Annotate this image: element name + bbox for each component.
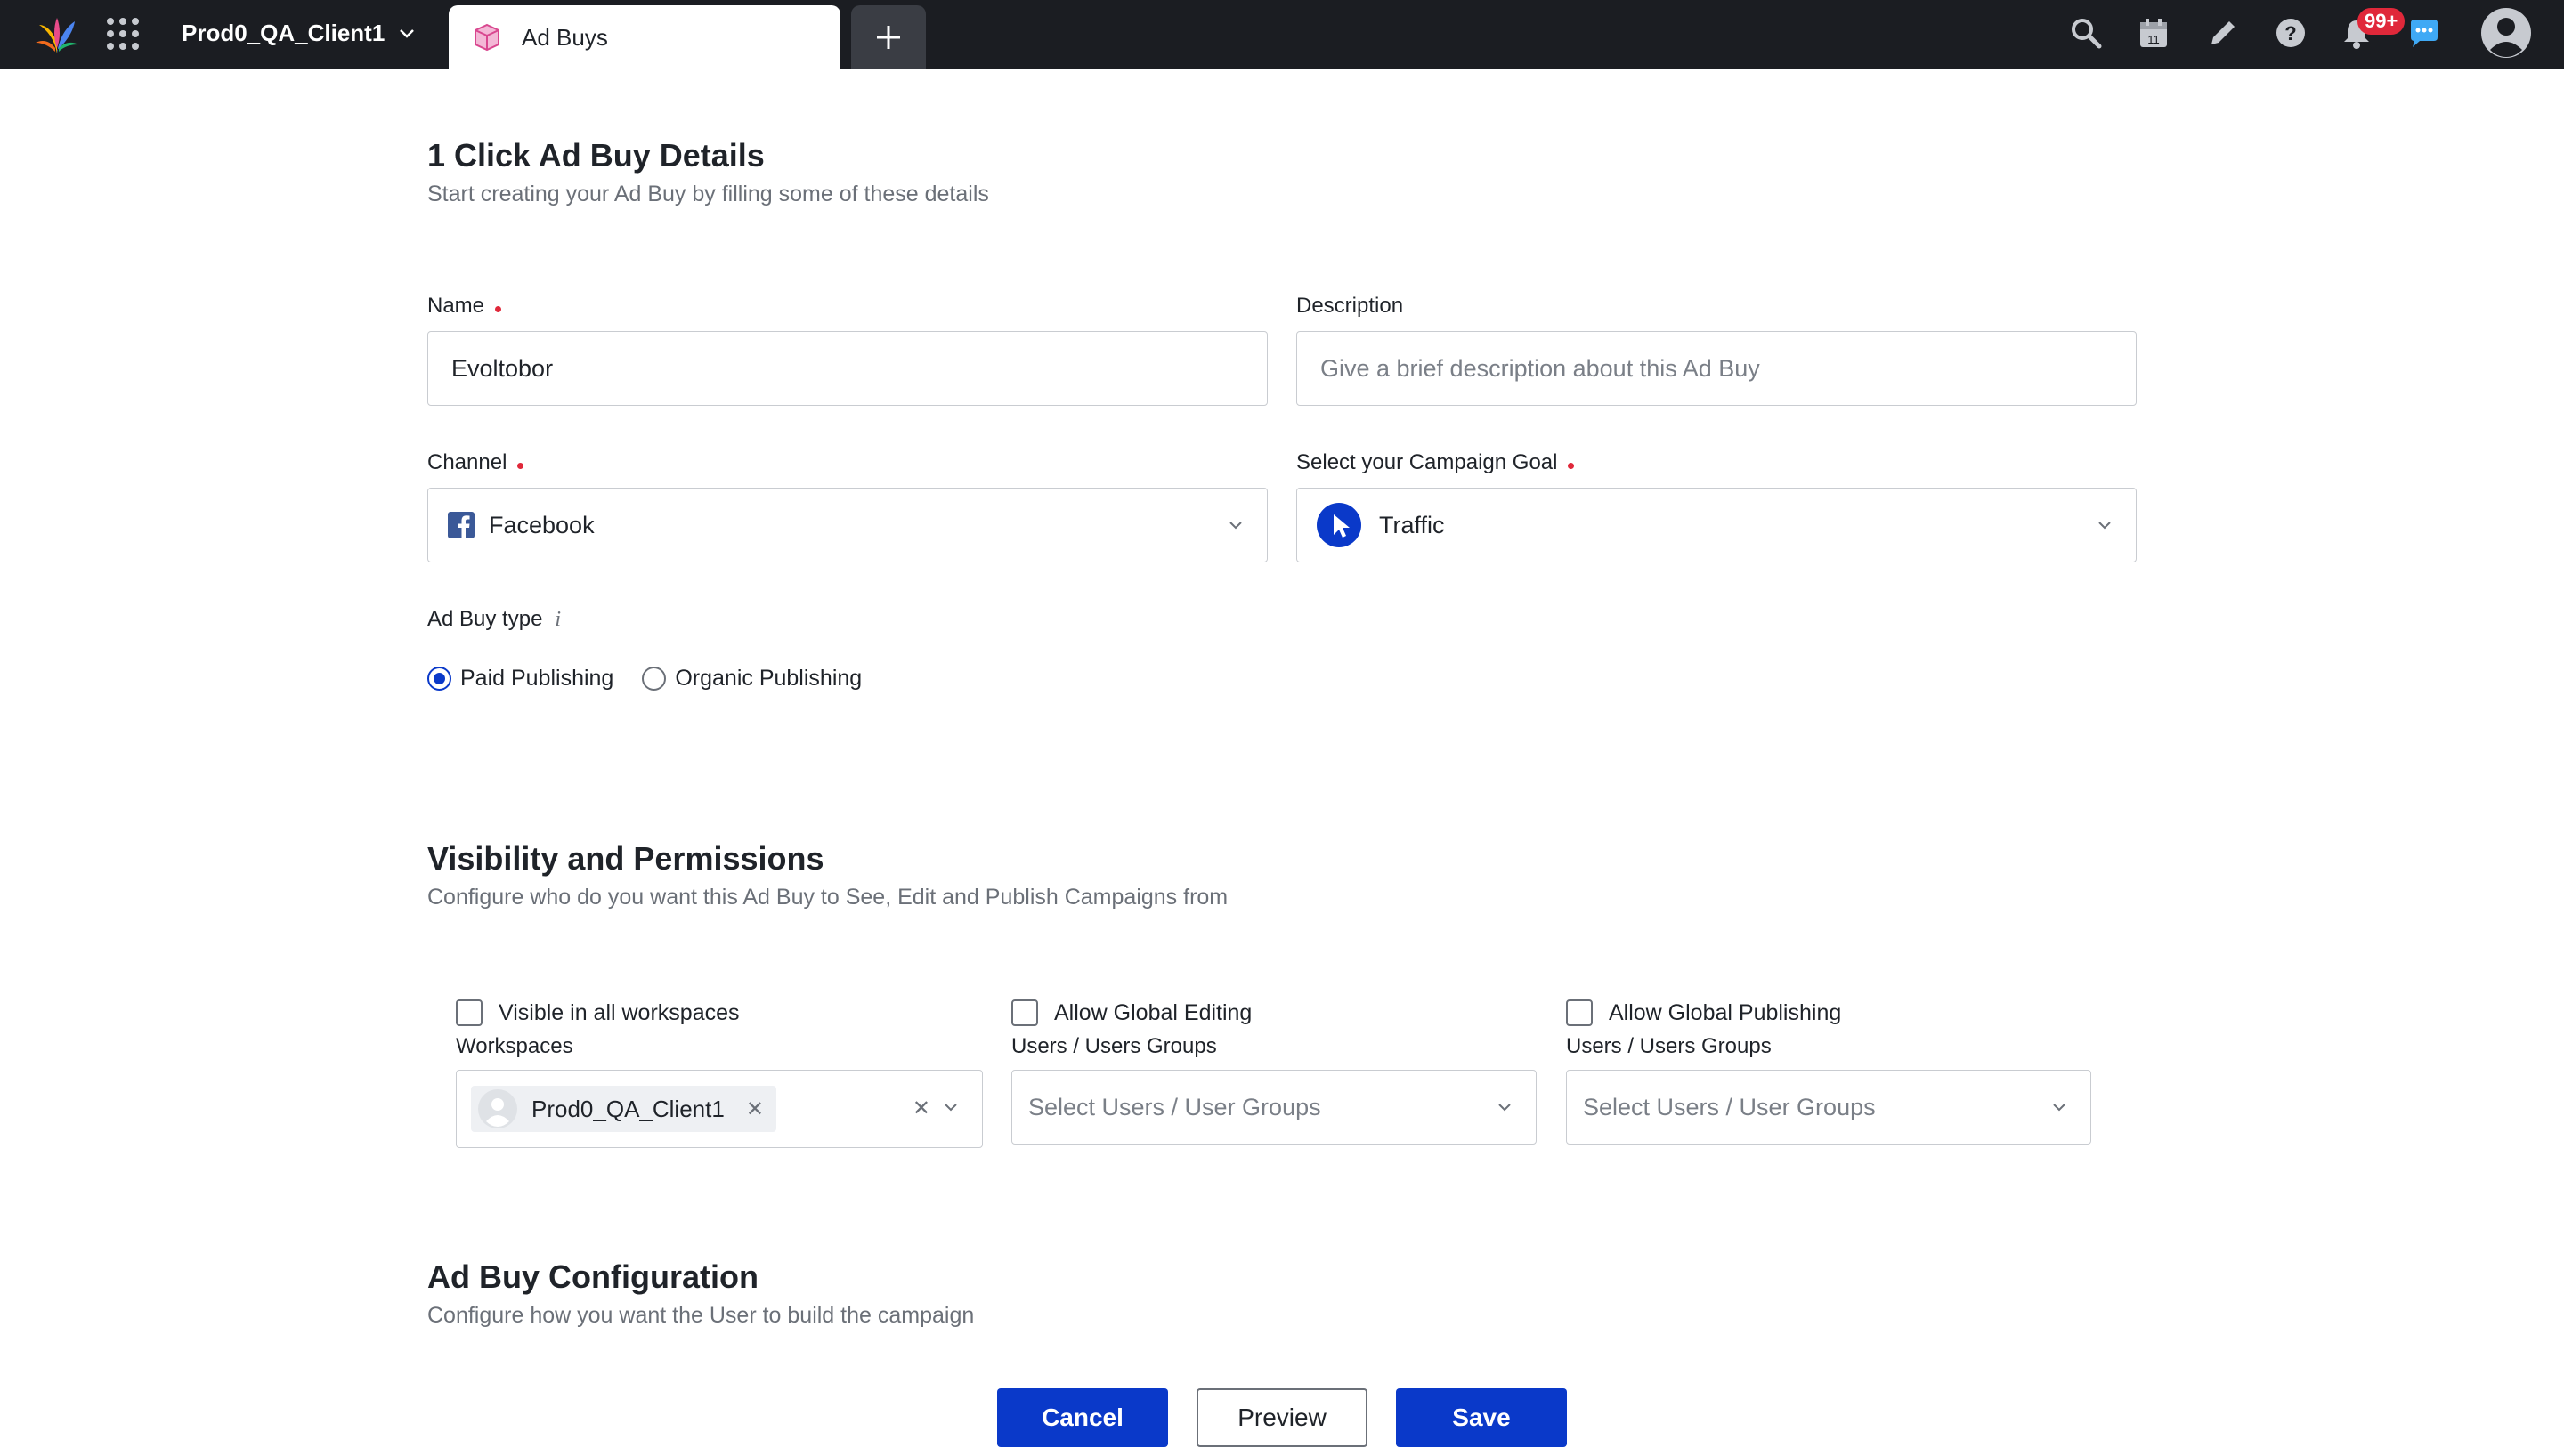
publishing-users-placeholder: Select Users / User Groups bbox=[1583, 1093, 1876, 1120]
required-indicator bbox=[495, 305, 502, 312]
description-label-text: Description bbox=[1296, 294, 1404, 318]
help-button[interactable]: ? bbox=[2270, 12, 2311, 53]
sprinklr-logo-icon[interactable] bbox=[34, 12, 80, 57]
checkbox[interactable] bbox=[1566, 999, 1593, 1026]
workspace-chip: Prod0_QA_Client1 ✕ bbox=[471, 1086, 776, 1132]
chevron-down-icon bbox=[945, 1104, 957, 1112]
search-button[interactable] bbox=[2065, 12, 2106, 53]
visibility-title: Visibility and Permissions bbox=[427, 840, 824, 877]
checkbox-label: Visible in all workspaces bbox=[499, 999, 740, 1025]
adbuy-type-label: Ad Buy type i bbox=[427, 607, 561, 632]
cursor-traffic-icon bbox=[1317, 503, 1361, 547]
notification-badge: 99+ bbox=[2357, 8, 2406, 35]
name-field[interactable]: Evoltobor bbox=[427, 331, 1268, 406]
allow-global-editing-option[interactable]: Allow Global Editing bbox=[1011, 999, 1252, 1026]
name-label-text: Name bbox=[427, 294, 485, 318]
channel-label-text: Channel bbox=[427, 450, 507, 474]
channel-label: Channel bbox=[427, 450, 524, 475]
configuration-subtitle: Configure how you want the User to build… bbox=[427, 1303, 975, 1328]
name-label: Name bbox=[427, 294, 502, 319]
campaign-goal-value: Traffic bbox=[1379, 511, 1445, 538]
radio-button[interactable] bbox=[642, 667, 667, 691]
publishing-users-label-text: Users / Users Groups bbox=[1566, 1034, 1772, 1058]
info-icon[interactable]: i bbox=[555, 608, 561, 632]
tab-ad-buys[interactable]: Ad Buys bbox=[449, 5, 840, 69]
chevron-down-icon bbox=[400, 29, 415, 38]
chat-icon bbox=[2411, 20, 2438, 47]
chat-button[interactable] bbox=[2404, 12, 2445, 53]
publishing-users-select[interactable]: Select Users / User Groups bbox=[1566, 1070, 2091, 1145]
calendar-icon: 11 bbox=[2140, 19, 2167, 47]
calendar-day: 11 bbox=[2147, 33, 2160, 46]
checkbox-label: Allow Global Editing bbox=[1054, 999, 1253, 1025]
campaign-goal-select[interactable]: Traffic bbox=[1296, 488, 2137, 562]
clear-icon[interactable]: ✕ bbox=[913, 1096, 930, 1121]
channel-value: Facebook bbox=[489, 511, 595, 538]
description-label: Description bbox=[1296, 294, 1403, 319]
top-navigation-bar: Prod0_QA_Client1 Ad Buys 11 ? 99+ bbox=[0, 0, 2564, 69]
radio-label: Organic Publishing bbox=[675, 666, 863, 691]
compose-button[interactable] bbox=[2203, 12, 2244, 53]
ad-buys-cube-icon bbox=[475, 23, 499, 52]
help-icon: ? bbox=[2276, 19, 2305, 47]
editing-users-select[interactable]: Select Users / User Groups bbox=[1011, 1070, 1537, 1145]
add-tab-button[interactable] bbox=[851, 5, 926, 69]
workspaces-label-text: Workspaces bbox=[456, 1034, 573, 1058]
user-avatar-icon[interactable] bbox=[2480, 7, 2532, 59]
preview-button[interactable]: Preview bbox=[1197, 1388, 1367, 1447]
pencil-icon bbox=[2211, 21, 2235, 44]
channel-select[interactable]: Facebook bbox=[427, 488, 1268, 562]
workspace-avatar-icon bbox=[478, 1089, 517, 1128]
calendar-button[interactable]: 11 bbox=[2133, 12, 2174, 53]
description-placeholder: Give a brief description about this Ad B… bbox=[1320, 354, 1760, 382]
adbuy-type-label-text: Ad Buy type bbox=[427, 607, 543, 631]
required-indicator bbox=[517, 462, 524, 469]
visibility-subtitle: Configure who do you want this Ad Buy to… bbox=[427, 885, 1229, 910]
chevron-down-icon bbox=[2098, 522, 2111, 530]
editing-users-label: Users / Users Groups bbox=[1011, 1034, 1217, 1059]
remove-chip-icon[interactable]: ✕ bbox=[746, 1096, 764, 1122]
radio-label: Paid Publishing bbox=[460, 666, 614, 691]
save-button[interactable]: Save bbox=[1396, 1388, 1567, 1447]
visible-all-workspaces-option[interactable]: Visible in all workspaces bbox=[456, 999, 740, 1026]
radio-organic-publishing[interactable]: Organic Publishing bbox=[642, 666, 862, 692]
apps-grid-icon[interactable] bbox=[105, 16, 141, 52]
description-field[interactable]: Give a brief description about this Ad B… bbox=[1296, 331, 2137, 406]
configuration-title: Ad Buy Configuration bbox=[427, 1258, 759, 1295]
chevron-down-icon bbox=[1229, 522, 1242, 530]
cancel-button[interactable]: Cancel bbox=[997, 1388, 1168, 1447]
editing-users-label-text: Users / Users Groups bbox=[1011, 1034, 1217, 1058]
client-name: Prod0_QA_Client1 bbox=[182, 19, 385, 46]
publishing-users-label: Users / Users Groups bbox=[1566, 1034, 1772, 1059]
svg-text:?: ? bbox=[2284, 22, 2296, 44]
plus-icon bbox=[877, 26, 900, 49]
radio-button-checked[interactable] bbox=[427, 667, 451, 691]
editing-users-placeholder: Select Users / User Groups bbox=[1028, 1093, 1321, 1120]
checkbox-label: Allow Global Publishing bbox=[1609, 999, 1842, 1025]
details-title: 1 Click Ad Buy Details bbox=[427, 137, 765, 174]
workspace-chip-label: Prod0_QA_Client1 bbox=[531, 1095, 725, 1122]
campaign-goal-label: Select your Campaign Goal bbox=[1296, 450, 1575, 475]
workspaces-label: Workspaces bbox=[456, 1034, 573, 1059]
search-icon bbox=[2072, 19, 2102, 49]
required-indicator bbox=[1568, 462, 1575, 469]
checkbox[interactable] bbox=[456, 999, 483, 1026]
facebook-icon bbox=[448, 512, 475, 538]
checkbox[interactable] bbox=[1011, 999, 1038, 1026]
details-subtitle: Start creating your Ad Buy by filling so… bbox=[427, 182, 989, 206]
allow-global-publishing-option[interactable]: Allow Global Publishing bbox=[1566, 999, 1841, 1026]
workspaces-select[interactable]: Prod0_QA_Client1 ✕ ✕ bbox=[456, 1070, 983, 1148]
radio-paid-publishing[interactable]: Paid Publishing bbox=[427, 666, 613, 692]
tab-label: Ad Buys bbox=[522, 23, 608, 51]
chevron-down-icon bbox=[2053, 1104, 2065, 1112]
client-switcher[interactable]: Prod0_QA_Client1 bbox=[182, 0, 417, 66]
chevron-down-icon bbox=[1498, 1104, 1511, 1112]
adbuy-type-radio-group: Paid Publishing Organic Publishing bbox=[427, 666, 890, 692]
campaign-goal-label-text: Select your Campaign Goal bbox=[1296, 450, 1558, 474]
name-value: Evoltobor bbox=[451, 354, 554, 382]
